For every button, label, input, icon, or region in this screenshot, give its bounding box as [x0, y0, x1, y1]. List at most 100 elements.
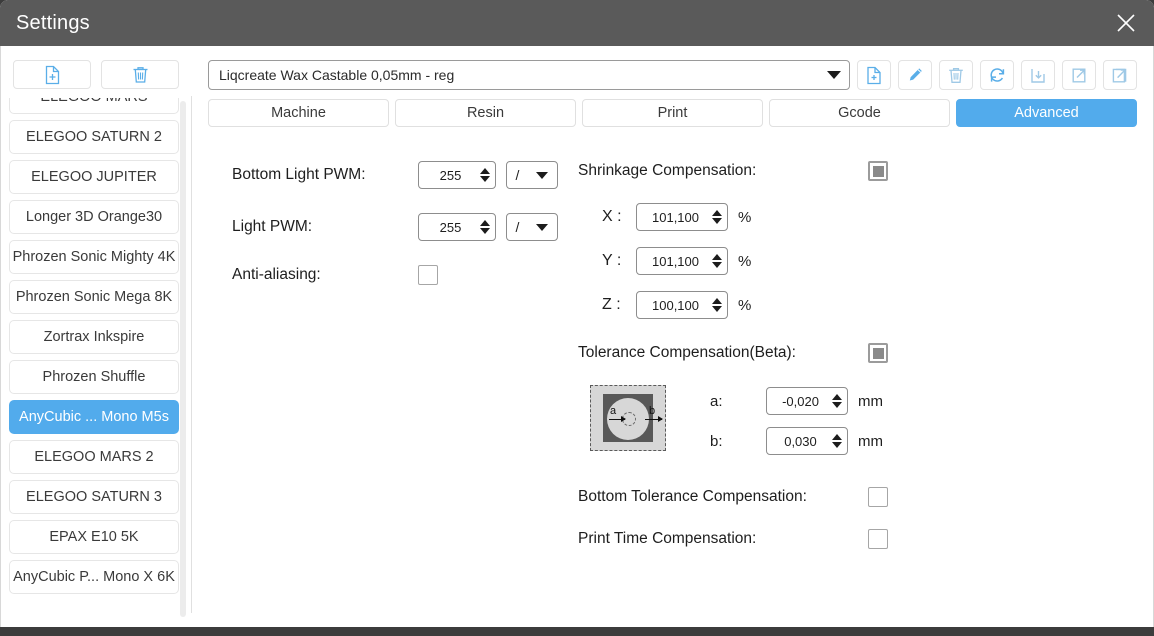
printer-list-item[interactable]: Zortrax Inkspire	[9, 320, 179, 354]
printer-list-item[interactable]: EPAX E10 5K	[9, 520, 179, 554]
printer-list[interactable]: ELEGOO MARS ELEGOO SATURN 2 ELEGOO JUPITER…	[1, 98, 191, 627]
tolerance-field-stepper[interactable]: -0,020	[766, 387, 848, 415]
new-profile-button[interactable]	[857, 60, 891, 90]
tolerance-field-stepper[interactable]: 0,030	[766, 427, 848, 455]
printer-list-item[interactable]: ELEGOO SATURN 2	[9, 120, 179, 154]
tab-gcode[interactable]: Gcode	[769, 99, 950, 127]
printer-list-item[interactable]: AnyCubic ... Mono M5s	[9, 400, 179, 434]
edit-profile-button[interactable]	[898, 60, 932, 90]
window-bottom-edge	[0, 627, 1154, 636]
tolerance-field-value: 0,030	[773, 434, 831, 449]
tolerance-field-label: b:	[710, 433, 766, 450]
profile-row: Liqcreate Wax Castable 0,05mm - reg	[208, 60, 1137, 90]
printer-list-item-label: ELEGOO SATURN 3	[26, 489, 162, 505]
delete-profile-button[interactable]	[939, 60, 973, 90]
new-file-icon	[43, 65, 62, 85]
bottom-light-pwm-unit-value: /	[516, 167, 520, 183]
printer-list-item[interactable]: Phrozen Sonic Mighty 4K	[9, 240, 179, 274]
tolerance-compensation-row: Tolerance Compensation(Beta):	[578, 343, 1137, 363]
share-profile-button[interactable]	[1103, 60, 1137, 90]
printer-list-item[interactable]: Phrozen Sonic Mega 8K	[9, 280, 179, 314]
reset-profile-button[interactable]	[980, 60, 1014, 90]
settings-window: Settings	[0, 0, 1154, 636]
printer-list-item-label: ELEGOO SATURN 2	[26, 129, 162, 145]
stepper-arrows-icon[interactable]	[711, 254, 723, 268]
printer-list-item[interactable]: Longer 3D Orange30	[9, 200, 179, 234]
tab-resin[interactable]: Resin	[395, 99, 576, 127]
anti-aliasing-row: Anti-aliasing:	[232, 265, 560, 285]
tolerance-diagram-label-b: b	[649, 405, 655, 417]
sidebar-scrollbar[interactable]	[180, 101, 186, 617]
shrinkage-axis-unit: %	[738, 209, 751, 226]
shrinkage-axis-stepper[interactable]: 101,100	[636, 247, 728, 275]
light-pwm-unit-value: /	[516, 219, 520, 235]
stepper-arrows-icon[interactable]	[831, 434, 843, 448]
advanced-left-column: Bottom Light PWM: 255 /	[208, 161, 560, 627]
advanced-right-column: Shrinkage Compensation: X :101,100%Y :10…	[560, 161, 1137, 627]
tab-print[interactable]: Print	[582, 99, 763, 127]
printer-list-item-label: Phrozen Shuffle	[43, 369, 146, 385]
shrinkage-axis-value: 101,100	[643, 254, 711, 269]
anti-aliasing-checkbox[interactable]	[418, 265, 438, 285]
tab-label: Gcode	[838, 105, 881, 121]
shrinkage-axes: X :101,100%Y :101,100%Z :100,100%	[578, 203, 1137, 319]
light-pwm-stepper[interactable]: 255	[418, 213, 496, 241]
printer-list-item[interactable]: AnyCubic P... Mono X 6K	[9, 560, 179, 594]
shrinkage-axis-unit: %	[738, 253, 751, 270]
stepper-arrows-icon[interactable]	[479, 168, 491, 182]
printer-list-item[interactable]: ELEGOO JUPITER	[9, 160, 179, 194]
stepper-arrows-icon[interactable]	[831, 394, 843, 408]
profile-select[interactable]: Liqcreate Wax Castable 0,05mm - reg	[208, 60, 850, 90]
tolerance-field-label: a:	[710, 393, 766, 410]
print-time-compensation-checkbox[interactable]	[868, 529, 888, 549]
add-printer-button[interactable]	[13, 60, 91, 89]
bottom-light-pwm-stepper[interactable]: 255	[418, 161, 496, 189]
stepper-arrows-icon[interactable]	[711, 298, 723, 312]
export-profile-button[interactable]	[1062, 60, 1096, 90]
tolerance-diagram: a b	[590, 385, 666, 451]
shrinkage-axis-row: X :101,100%	[578, 203, 1137, 231]
printer-list-item[interactable]: ELEGOO MARS 2	[9, 440, 179, 474]
close-button[interactable]	[1098, 0, 1154, 46]
stepper-arrows-icon[interactable]	[711, 210, 723, 224]
settings-panel: Liqcreate Wax Castable 0,05mm - reg	[192, 46, 1153, 627]
tab-label: Print	[658, 105, 688, 121]
anti-aliasing-label: Anti-aliasing:	[232, 266, 418, 284]
tolerance-fields: a:-0,020mmb:0,030mm	[666, 385, 883, 467]
settings-tabs: Machine Resin Print Gcode Advanced	[208, 99, 1137, 127]
light-pwm-unit-select[interactable]: /	[506, 213, 558, 241]
printer-list-item[interactable]: ELEGOO MARS	[9, 98, 179, 114]
bottom-tolerance-label: Bottom Tolerance Compensation:	[578, 488, 868, 506]
tolerance-block: a b a:-0,020mmb:0,030mm	[578, 385, 1137, 467]
shrinkage-compensation-row: Shrinkage Compensation:	[578, 161, 1137, 181]
printer-list-item[interactable]: Phrozen Shuffle	[9, 360, 179, 394]
printer-list-item-label: Phrozen Sonic Mighty 4K	[13, 249, 176, 265]
bottom-light-pwm-unit-select[interactable]: /	[506, 161, 558, 189]
tab-label: Machine	[271, 105, 326, 121]
bottom-tolerance-checkbox[interactable]	[868, 487, 888, 507]
printer-list-item[interactable]: ELEGOO SATURN 3	[9, 480, 179, 514]
printer-sidebar: ELEGOO MARS ELEGOO SATURN 2 ELEGOO JUPITER…	[1, 46, 191, 627]
shrinkage-axis-row: Z :100,100%	[578, 291, 1137, 319]
light-pwm-value: 255	[425, 220, 479, 235]
tab-advanced[interactable]: Advanced	[956, 99, 1137, 127]
stepper-arrows-icon[interactable]	[479, 220, 491, 234]
shrinkage-axis-stepper[interactable]: 101,100	[636, 203, 728, 231]
import-profile-button[interactable]	[1021, 60, 1055, 90]
title-bar: Settings	[0, 0, 1154, 46]
tab-machine[interactable]: Machine	[208, 99, 389, 127]
tolerance-field-row: a:-0,020mm	[710, 387, 883, 415]
delete-printer-button[interactable]	[101, 60, 179, 89]
shrinkage-compensation-label: Shrinkage Compensation:	[578, 162, 868, 180]
shrinkage-axis-stepper[interactable]: 100,100	[636, 291, 728, 319]
sidebar-toolbar	[1, 60, 191, 98]
tolerance-field-value: -0,020	[773, 394, 831, 409]
tab-label: Resin	[467, 105, 504, 121]
bottom-light-pwm-value: 255	[425, 168, 479, 183]
printer-list-item-label: ELEGOO JUPITER	[31, 169, 157, 185]
chevron-down-icon	[827, 71, 841, 79]
tolerance-compensation-checkbox[interactable]	[868, 343, 888, 363]
shrinkage-axis-unit: %	[738, 297, 751, 314]
trash-icon	[947, 66, 965, 85]
shrinkage-compensation-checkbox[interactable]	[868, 161, 888, 181]
